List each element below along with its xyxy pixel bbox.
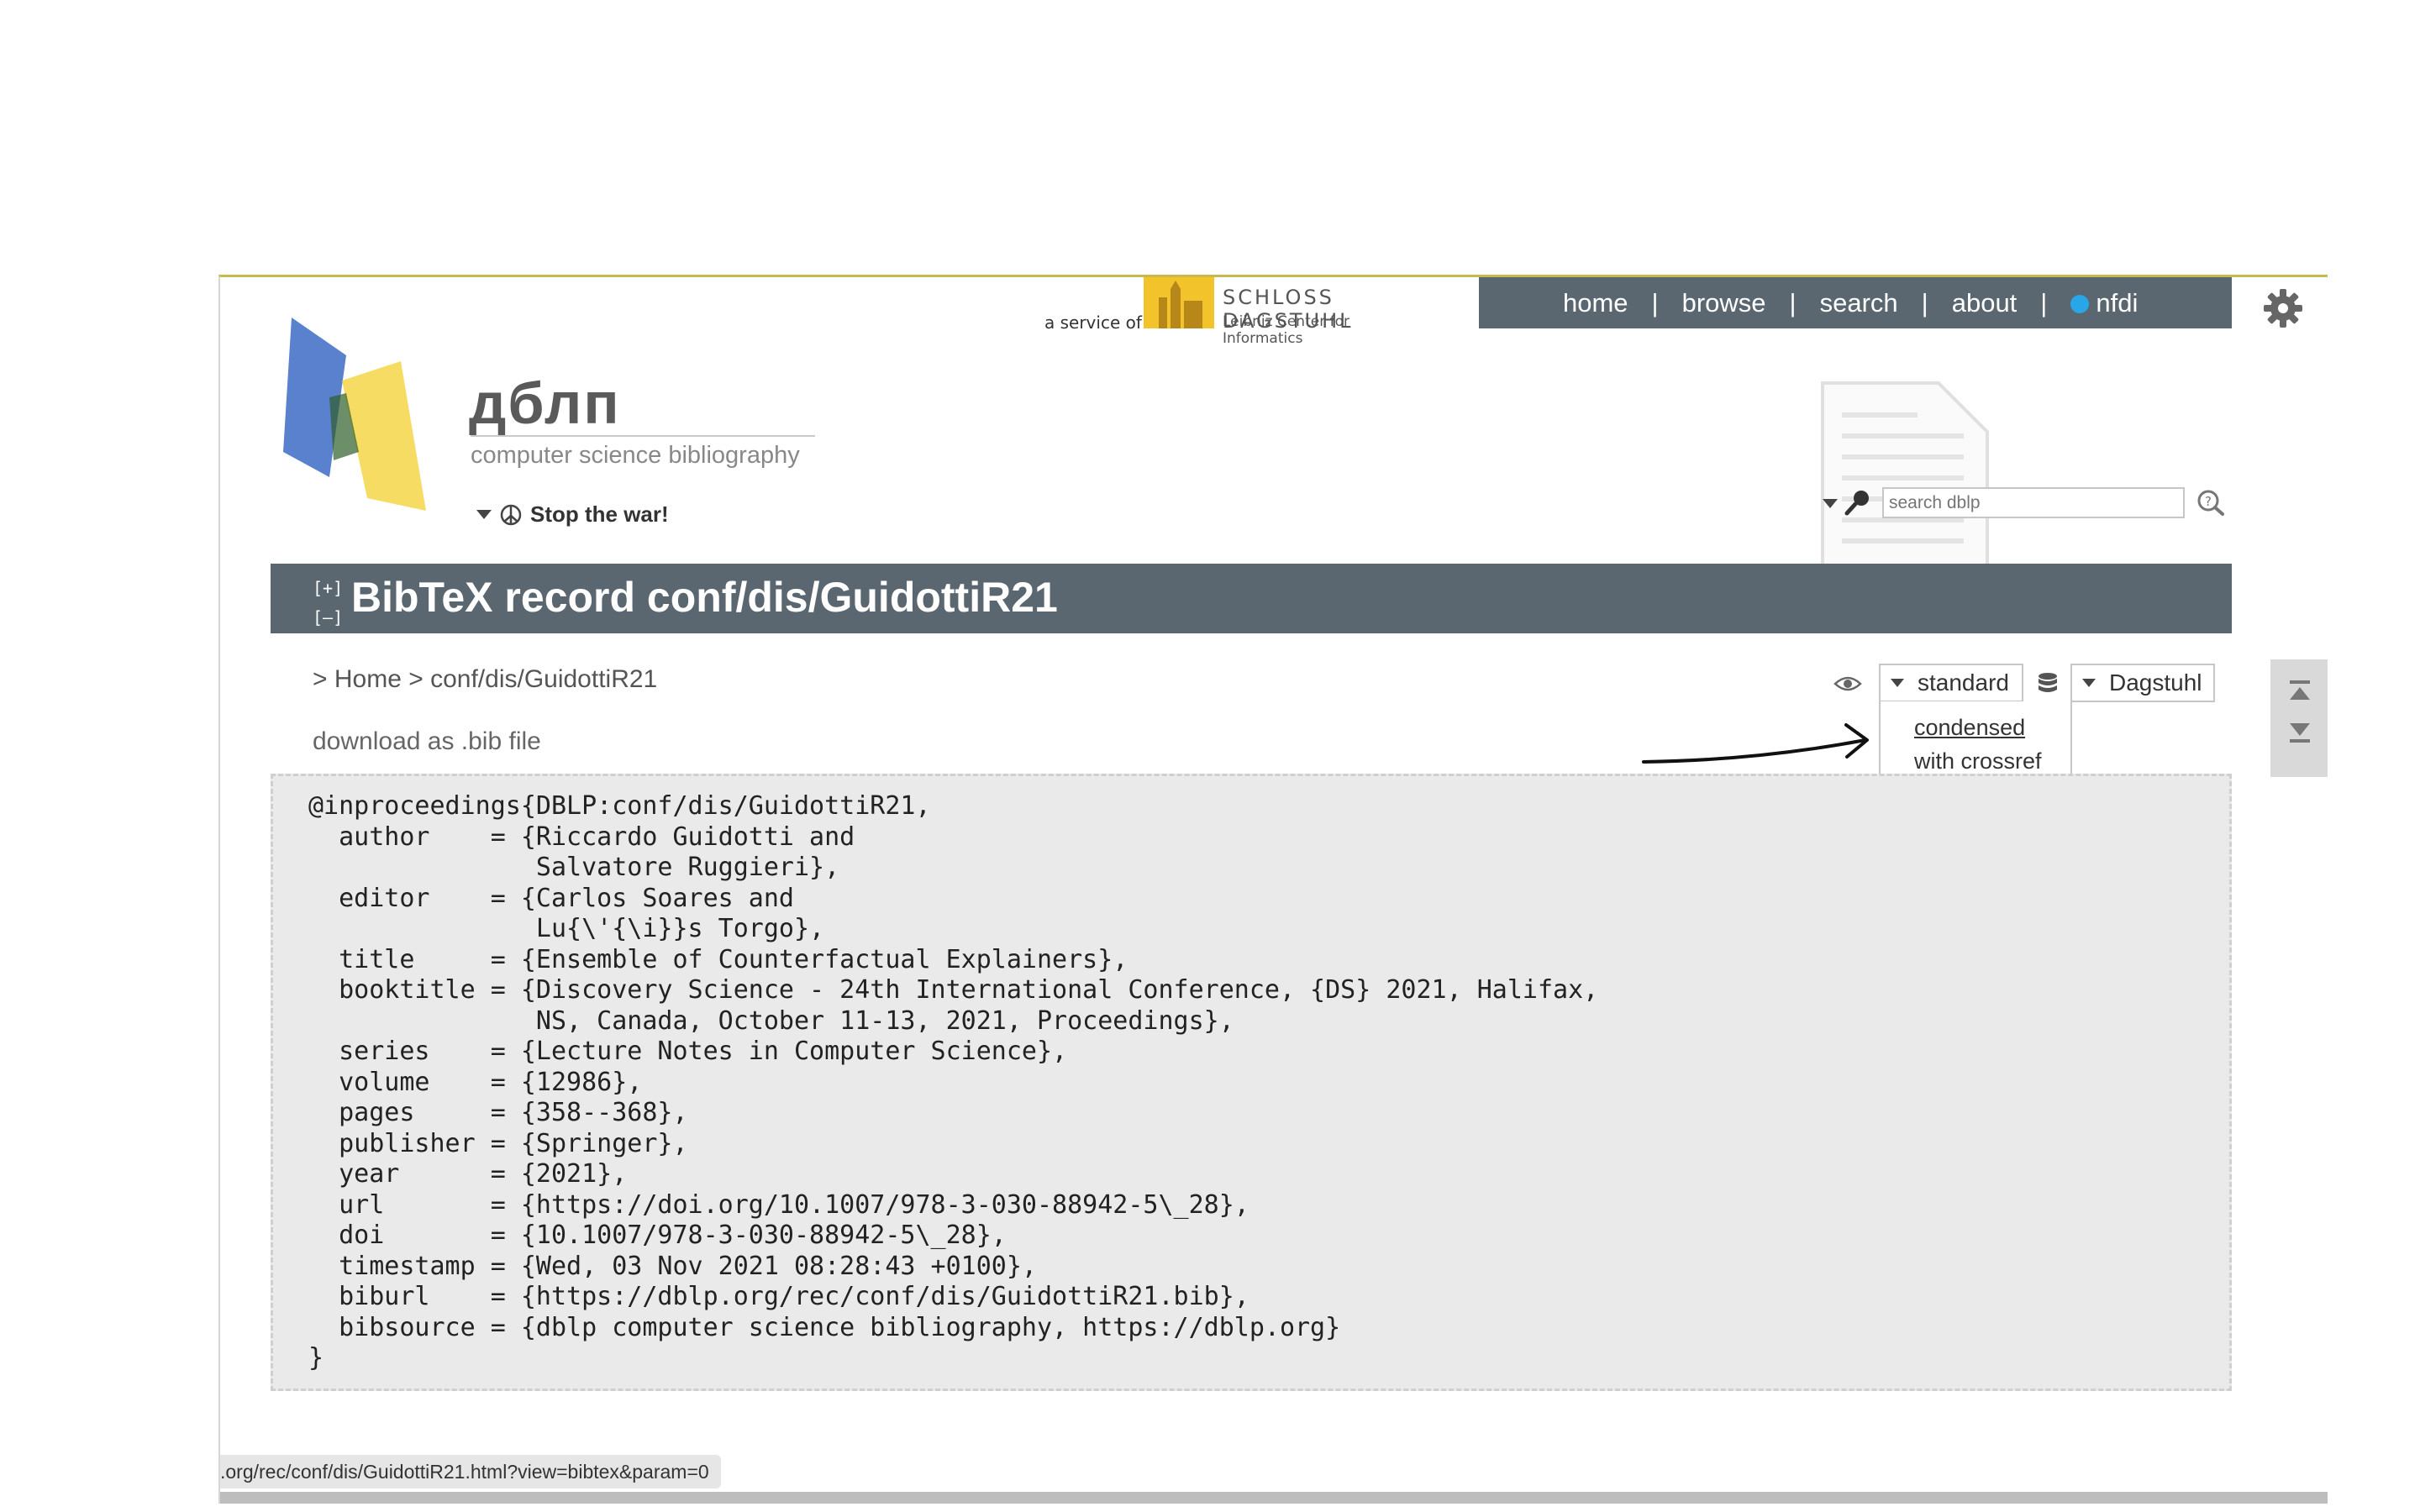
nav-nfdi-label: nfdi xyxy=(2096,287,2139,318)
download-bib-link[interactable]: download as .bib file xyxy=(313,727,541,756)
search-help-icon[interactable]: ? xyxy=(2195,488,2225,517)
page-title-bar: [+] [–] BibTeX record conf/dis/GuidottiR… xyxy=(271,564,2232,633)
chevron-down-icon xyxy=(1891,679,1904,687)
chevron-down-icon xyxy=(476,510,492,519)
source-select[interactable]: Dagstuhl xyxy=(2070,664,2215,702)
nav-separator: | xyxy=(1789,287,1797,318)
top-nav: home | browse | search | about | nfdi xyxy=(1479,277,2232,328)
annotation-arrow-icon xyxy=(1640,710,1876,770)
chevron-down-icon xyxy=(2082,679,2096,687)
breadcrumb-prefix: > xyxy=(313,665,334,693)
search-icon[interactable] xyxy=(1844,488,1872,517)
scroll-to-bottom-icon[interactable] xyxy=(2287,720,2312,745)
status-url: .org/rec/conf/dis/GuidottiR21.html?view=… xyxy=(220,1455,721,1488)
source-selected: Dagstuhl xyxy=(2109,669,2202,696)
bibtex-style-select[interactable]: standard xyxy=(1879,664,2023,702)
bottom-bar xyxy=(220,1492,2328,1504)
gear-icon[interactable] xyxy=(2260,286,2306,331)
nav-separator: | xyxy=(1921,287,1928,318)
side-scroll-buttons xyxy=(2270,659,2328,777)
style-option-condensed[interactable]: condensed xyxy=(1914,715,2025,741)
peace-icon xyxy=(500,504,522,526)
eye-icon xyxy=(1833,674,1862,694)
nav-home[interactable]: home xyxy=(1563,288,1628,318)
page-title: BibTeX record conf/dis/GuidottiR21 xyxy=(351,574,1058,621)
dblp-logo-icon[interactable] xyxy=(283,318,426,519)
nav-search[interactable]: search xyxy=(1820,288,1898,318)
document-watermark-icon xyxy=(1821,381,1989,570)
stop-war-label: Stop the war! xyxy=(530,501,669,527)
expand-collapse-toggle[interactable]: [+] [–] xyxy=(313,574,343,633)
breadcrumb: > Home > conf/dis/GuidottiR21 xyxy=(313,665,657,694)
search-options-chevron-icon[interactable] xyxy=(1823,499,1838,508)
browser-page: a service of SCHLOSS DAGSTUHL Leibniz Ce… xyxy=(218,275,2328,1504)
service-of-label: a service of xyxy=(1044,312,1142,333)
style-option-crossref[interactable]: with crossref xyxy=(1914,748,2042,774)
bibtex-record[interactable]: @inproceedings{DBLP:conf/dis/GuidottiR21… xyxy=(308,791,1598,1374)
bibtex-panel: @inproceedings{DBLP:conf/dis/GuidottiR21… xyxy=(271,774,2232,1391)
dagstuhl-logo[interactable]: SCHLOSS DAGSTUHL Leibniz Center for Info… xyxy=(1144,277,1411,347)
nav-nfdi[interactable]: nfdi xyxy=(2070,288,2138,318)
breadcrumb-home-link[interactable]: Home xyxy=(334,665,402,693)
breadcrumb-current[interactable]: conf/dis/GuidottiR21 xyxy=(430,665,657,693)
nfdi-dot-icon xyxy=(2070,295,2090,314)
logo-subtitle: computer science bibliography xyxy=(471,442,800,469)
nav-separator: | xyxy=(1651,287,1659,318)
stop-war-link[interactable]: Stop the war! xyxy=(476,501,669,528)
nav-about[interactable]: about xyxy=(1952,288,2018,318)
expand-all-toggle[interactable]: [+] xyxy=(313,574,343,603)
dagstuhl-castle-icon xyxy=(1144,277,1214,328)
logo-divider xyxy=(471,435,815,437)
collapse-all-toggle[interactable]: [–] xyxy=(313,603,343,633)
logo-title: дблп xyxy=(469,370,621,436)
nav-separator: | xyxy=(2040,287,2048,318)
svg-text:?: ? xyxy=(2205,494,2212,509)
nav-browse[interactable]: browse xyxy=(1682,288,1766,318)
database-icon xyxy=(2035,671,2060,696)
dagstuhl-subtitle: Leibniz Center for Informatics xyxy=(1223,313,1349,347)
scroll-to-top-icon[interactable] xyxy=(2287,678,2312,703)
search-input[interactable] xyxy=(1882,487,2185,518)
breadcrumb-separator: > xyxy=(401,665,431,693)
bibtex-style-selected: standard xyxy=(1918,669,2009,696)
